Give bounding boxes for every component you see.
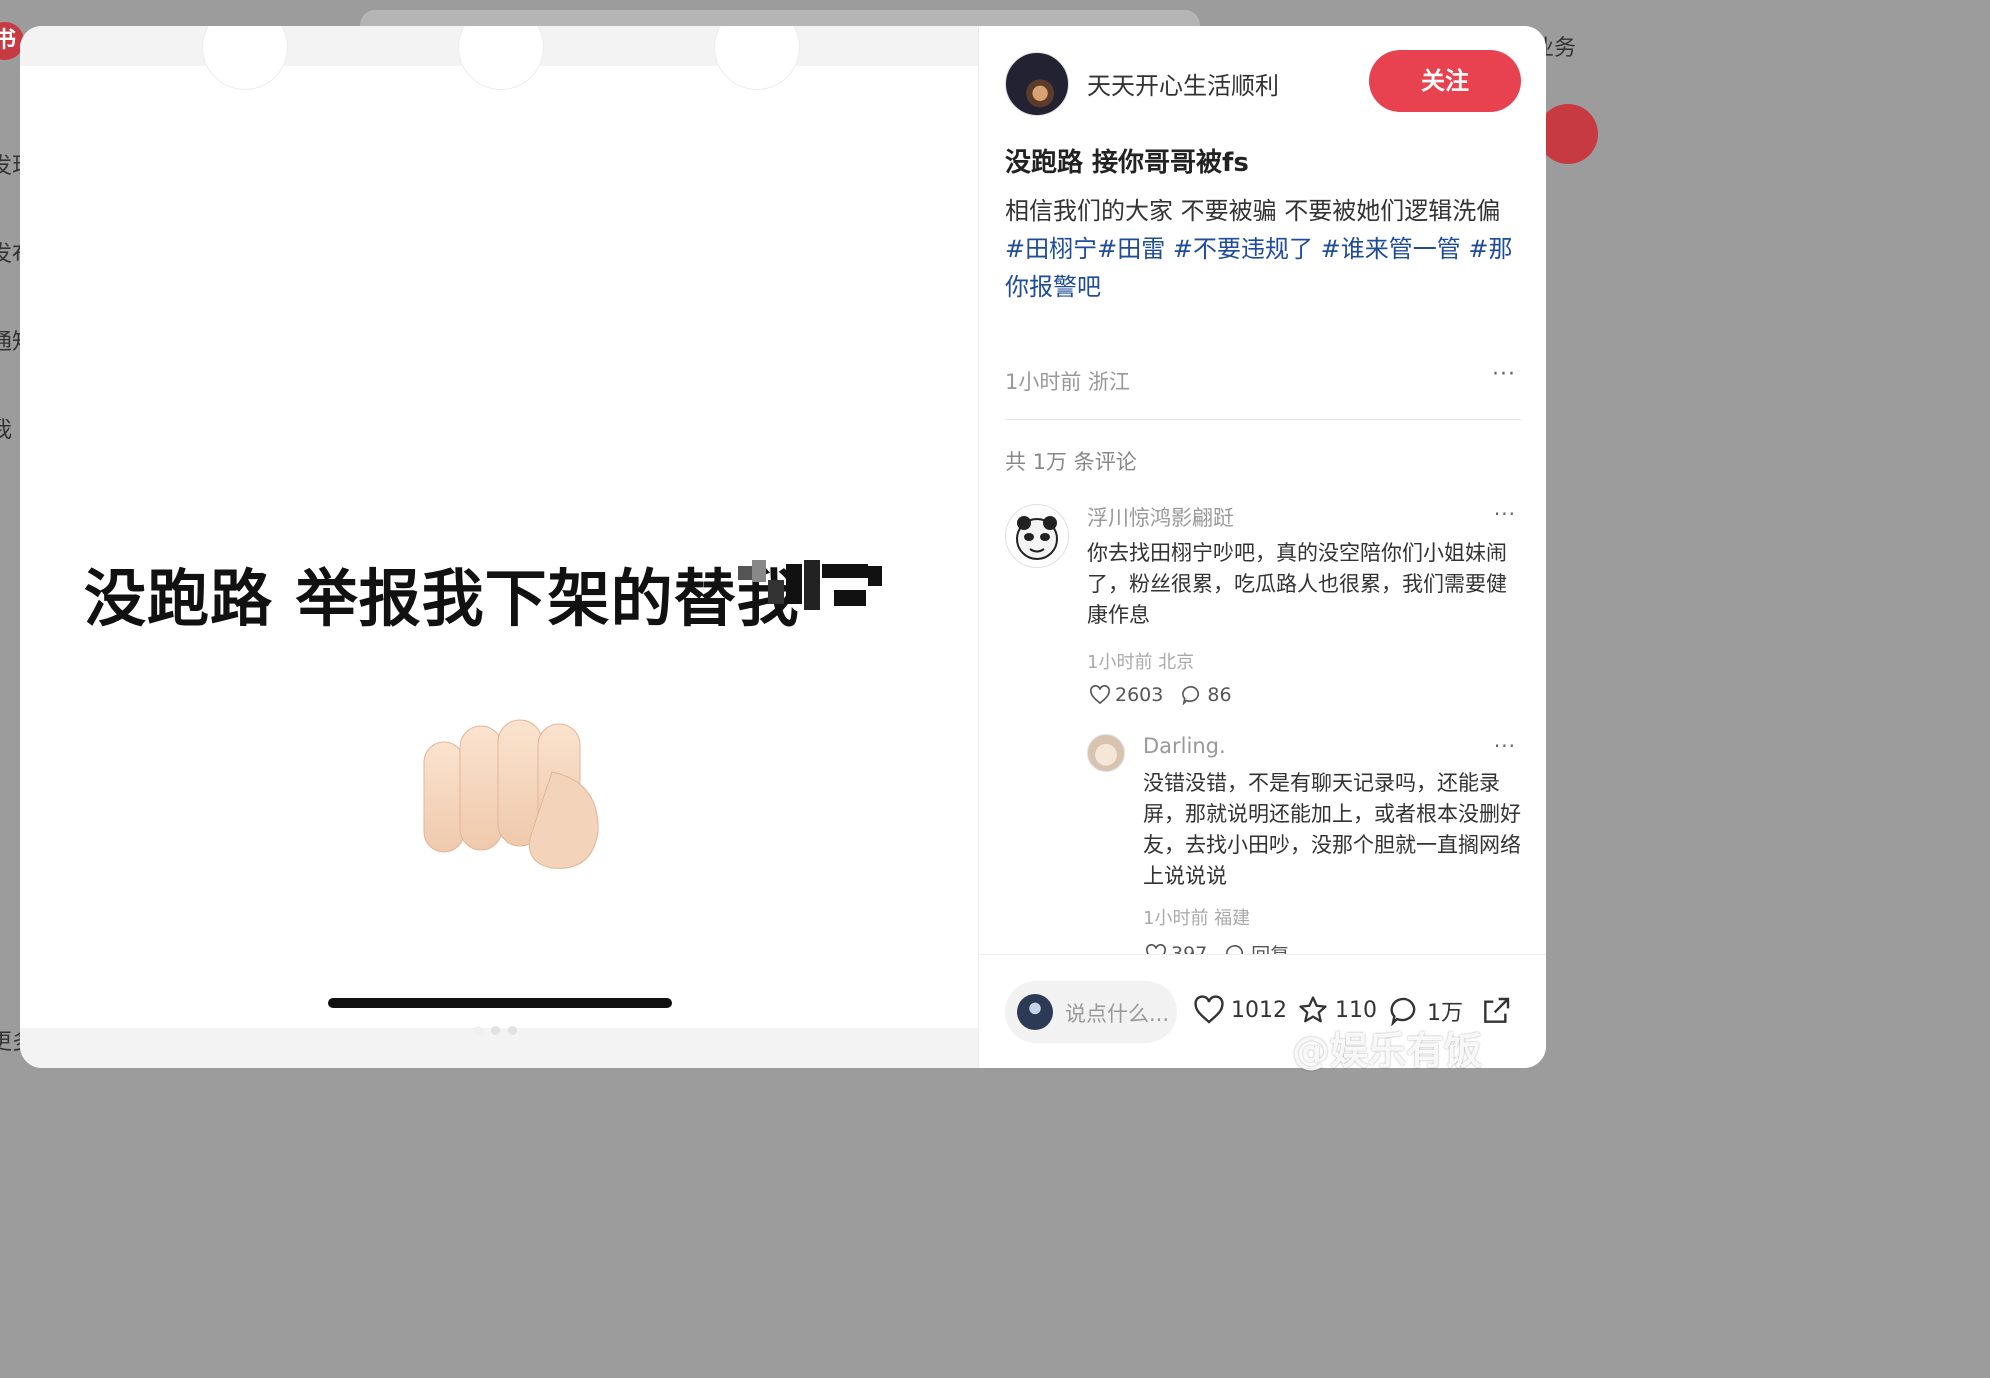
carousel-dot[interactable] (508, 1026, 517, 1035)
hashtag[interactable]: #田栩宁 (1005, 235, 1097, 263)
share-button[interactable] (1479, 995, 1513, 1027)
post-body: 相信我们的大家 不要被骗 不要被她们逻辑洗偏 #田栩宁#田雷 #不要违规了 #谁… (1005, 192, 1525, 306)
note-detail-modal: 没跑路 举报我下架的替我 天天开心生活顺利 关注 没跑路 接你哥哥被fs 相信我… (20, 26, 1546, 1068)
chat-icon (1182, 685, 1200, 705)
heart-icon (1194, 995, 1224, 1024)
comment-like-button[interactable]: 397 (1145, 940, 1207, 954)
comment-meta: 1小时前 福建 (1143, 908, 1251, 929)
my-avatar (1017, 994, 1053, 1030)
comment-reply-button[interactable]: 86 (1181, 684, 1232, 706)
reply-label: 回复 (1251, 940, 1289, 954)
like-button[interactable]: 1012 (1193, 995, 1287, 1025)
reply-count: 86 (1207, 684, 1232, 706)
heart-icon (1090, 685, 1110, 705)
carousel-dot[interactable] (491, 1026, 500, 1035)
comment-actions: 2603 86 (1089, 684, 1232, 706)
comment-meta: 1小时前 北京 (1087, 652, 1195, 673)
carousel-dot[interactable] (474, 1026, 483, 1035)
post-title: 没跑路 接你哥哥被fs (1005, 148, 1249, 178)
comment-count: 共 1万 条评论 (1005, 450, 1137, 474)
hashtag[interactable]: #田雷 (1097, 235, 1165, 263)
home-indicator (328, 998, 672, 1008)
hashtag[interactable]: #不要违规了 (1173, 235, 1313, 263)
background-red-button (1538, 104, 1598, 164)
commenter-name[interactable]: Darling. (1143, 734, 1226, 758)
author-name[interactable]: 天天开心生活顺利 (1087, 66, 1279, 101)
follow-button[interactable]: 关注 (1369, 50, 1521, 112)
more-icon[interactable]: ··· (1492, 362, 1516, 387)
ghost-icon (714, 26, 800, 90)
commenter-avatar[interactable] (1087, 734, 1125, 772)
fist-emoji-icon (423, 719, 599, 869)
more-icon[interactable]: ··· (1494, 734, 1516, 758)
ghost-icon (202, 26, 288, 90)
like-count: 1012 (1231, 997, 1287, 1023)
like-count: 397 (1171, 942, 1208, 955)
heart-icon (1146, 943, 1166, 954)
collect-count: 110 (1335, 997, 1377, 1023)
like-count: 2603 (1115, 684, 1164, 706)
nav-me[interactable]: 我 (0, 412, 12, 444)
commenter-name[interactable]: 浮川惊鸿影翩跹 (1087, 502, 1234, 532)
reply-item: Darling. ··· 没错没错，不是有聊天记录吗，还能录屏，那就说明还能加上… (979, 734, 1546, 954)
chat-icon (1226, 944, 1244, 954)
comment-reply-button[interactable]: 回复 (1225, 940, 1289, 954)
comment-like-button[interactable]: 2603 (1089, 684, 1163, 706)
comment-input[interactable]: 说点什么... (1005, 981, 1177, 1043)
note-side-panel: 天天开心生活顺利 关注 没跑路 接你哥哥被fs 相信我们的大家 不要被骗 不要被… (979, 26, 1546, 1068)
commenter-avatar[interactable] (1005, 504, 1069, 568)
image-caption: 没跑路 举报我下架的替我 (84, 562, 800, 635)
comment-actions: 397 回复 (1145, 940, 1289, 954)
comment-text: 你去找田栩宁吵吧，真的没空陪你们小姐妹闹了，粉丝很累，吃瓜路人也很累，我们需要健… (1087, 541, 1507, 627)
comment-list[interactable]: 浮川惊鸿影翩跹 ··· 你去找田栩宁吵吧，真的没空陪你们小姐妹闹了，粉丝很累，吃… (979, 502, 1546, 954)
mosaic-censor (738, 560, 888, 616)
ghost-icon (458, 26, 544, 90)
carousel-dots[interactable] (474, 1026, 517, 1035)
comment-placeholder: 说点什么... (1065, 1002, 1170, 1026)
share-icon (1484, 997, 1510, 1023)
media-viewer[interactable]: 没跑路 举报我下架的替我 (20, 26, 979, 1068)
comment-text: 没错没错，不是有聊天记录吗，还能录屏，那就说明还能加上，或者根本没删好友，去找小… (1143, 771, 1521, 888)
divider (1005, 419, 1521, 420)
more-icon[interactable]: ··· (1494, 502, 1516, 526)
author-avatar[interactable] (1005, 52, 1069, 116)
comment-item: 浮川惊鸿影翩跹 ··· 你去找田栩宁吵吧，真的没空陪你们小姐妹闹了，粉丝很累，吃… (979, 502, 1546, 732)
post-text: 相信我们的大家 不要被骗 不要被她们逻辑洗偏 (1005, 197, 1501, 225)
weibo-watermark: @娱乐有饭 (1292, 1029, 1483, 1073)
post-meta: 1小时前 浙江 (1005, 370, 1131, 394)
hashtag[interactable]: #谁来管一管 (1321, 235, 1461, 263)
